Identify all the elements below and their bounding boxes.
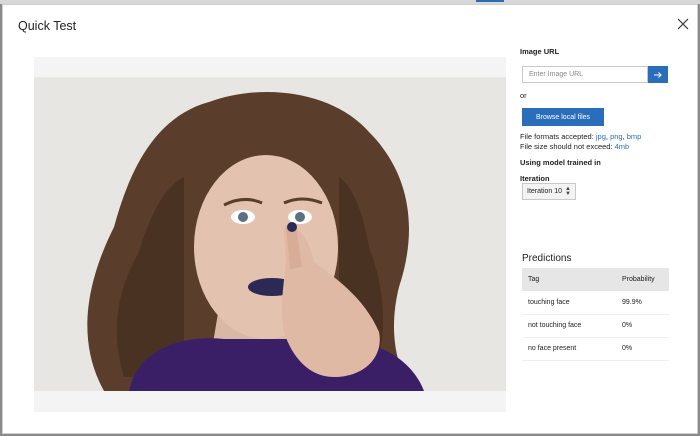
file-size-value: 4mb — [614, 142, 630, 151]
dialog-title: Quick Test — [18, 19, 77, 33]
image-url-label: Image URL — [520, 47, 560, 56]
prediction-probability: 0% — [622, 337, 669, 361]
iteration-select-value: Iteration 10 — [527, 188, 563, 195]
table-row: not touching face 0% — [522, 314, 669, 338]
arrow-right-icon — [653, 67, 663, 82]
prediction-tag: no face present — [522, 337, 622, 361]
submit-url-button[interactable] — [648, 66, 668, 83]
probability-column-header: Probability — [622, 268, 669, 291]
file-size-text: File size should not exceed: 4mb — [520, 142, 629, 151]
jpg-link[interactable]: jpg — [596, 132, 606, 141]
file-size-prefix: File size should not exceed: — [520, 142, 615, 151]
prediction-probability: 0% — [622, 314, 669, 338]
png-link[interactable]: png — [610, 132, 623, 141]
predictions-header-row: Tag Probability — [522, 268, 669, 291]
predictions-table: Tag Probability touching face 99.9% not … — [522, 268, 669, 361]
tag-column-header: Tag — [522, 268, 622, 291]
predictions-title: Predictions — [522, 253, 572, 264]
or-text: or — [520, 91, 527, 100]
iteration-select[interactable]: Iteration 10 ▲ ▼ — [522, 183, 576, 200]
image-url-input[interactable] — [522, 66, 648, 83]
table-row: touching face 99.9% — [522, 291, 669, 315]
browse-local-files-button[interactable]: Browse local files — [522, 108, 604, 126]
file-formats-prefix: File formats accepted: — [520, 132, 596, 141]
quick-test-dialog: Quick Test Image URL Enter Image URL or … — [2, 4, 698, 434]
image-preview-area — [34, 57, 506, 412]
bmp-link[interactable]: bmp — [627, 132, 642, 141]
model-trained-label: Using model trained in — [520, 158, 601, 167]
iteration-label: Iteration — [520, 174, 550, 183]
prediction-tag: touching face — [522, 291, 622, 315]
prediction-tag: not touching face — [522, 314, 622, 338]
prediction-probability: 99.9% — [622, 291, 669, 315]
file-formats-text: File formats accepted: jpg, png, bmp — [520, 132, 641, 141]
updown-arrows-icon: ▲ ▼ — [565, 186, 571, 197]
test-image — [34, 77, 506, 391]
table-row: no face present 0% — [522, 337, 669, 361]
close-icon[interactable] — [676, 17, 690, 31]
background-tab-marker — [476, 0, 504, 2]
